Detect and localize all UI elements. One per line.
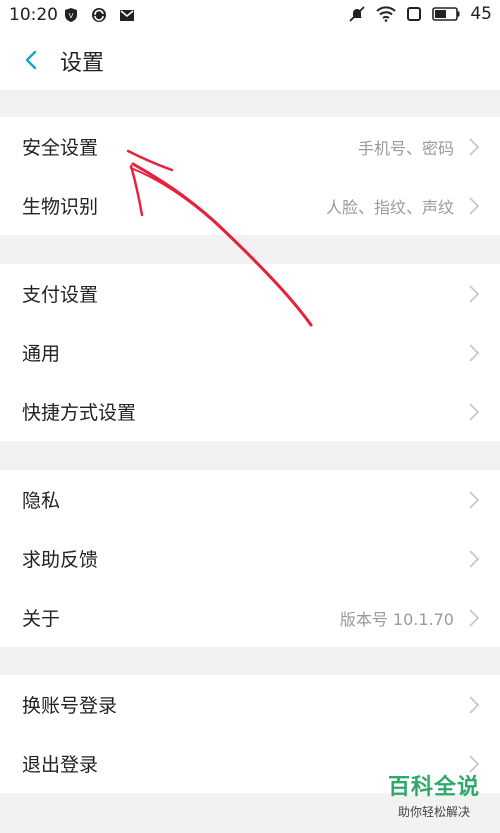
page-title: 设置: [60, 51, 105, 76]
row-label: 隐私: [22, 490, 61, 512]
row-label: 安全设置: [22, 137, 99, 159]
row-label: 换账号登录: [22, 695, 118, 717]
mute-icon: [349, 6, 365, 22]
row-value: 手机号、密码: [357, 138, 454, 158]
row-privacy[interactable]: 隐私: [0, 470, 500, 529]
watermark-title: 百科全说: [387, 775, 480, 800]
wifi-icon: [376, 6, 397, 22]
settings-group-account-security: 安全设置 手机号、密码 生物识别 人脸、指纹、声纹: [0, 117, 500, 235]
settings-group-about: 隐私 求助反馈 关于 版本号 10.1.70: [0, 470, 500, 647]
row-label: 关于: [22, 608, 61, 630]
row-label: 快捷方式设置: [22, 402, 137, 424]
row-payment-settings[interactable]: 支付设置: [0, 264, 500, 323]
status-left-icons: V: [62, 7, 136, 23]
watermark-logo: 百科全说 助你轻松解决: [378, 769, 490, 827]
watermark-subtitle: 助你轻松解决: [397, 805, 470, 819]
row-label: 求助反馈: [22, 549, 99, 571]
chevron-right-icon: [469, 138, 480, 156]
chevron-right-icon: [469, 197, 480, 215]
chevron-right-icon: [469, 285, 480, 303]
row-label: 支付设置: [22, 284, 99, 306]
row-switch-account[interactable]: 换账号登录: [0, 675, 500, 734]
row-general[interactable]: 通用: [0, 323, 500, 382]
row-help-feedback[interactable]: 求助反馈: [0, 529, 500, 588]
row-label: 通用: [22, 343, 61, 365]
row-value: 人脸、指纹、声纹: [325, 197, 454, 217]
settings-group-general: 支付设置 通用 快捷方式设置: [0, 264, 500, 441]
svg-text:V: V: [69, 12, 74, 20]
status-time: 10:20: [9, 5, 58, 25]
screen-icon: [407, 7, 422, 21]
shield-icon: V: [65, 8, 77, 22]
row-label: 退出登录: [22, 754, 99, 776]
status-bar: 10:20 V 45: [0, 0, 500, 30]
chevron-right-icon: [469, 403, 480, 421]
sync-icon: [92, 8, 106, 22]
back-button[interactable]: [18, 46, 46, 74]
chevron-right-icon: [469, 491, 480, 509]
row-about[interactable]: 关于 版本号 10.1.70: [0, 588, 500, 647]
mail-icon: [120, 10, 134, 21]
row-biometrics[interactable]: 生物识别 人脸、指纹、声纹: [0, 176, 500, 235]
row-value: 版本号 10.1.70: [339, 609, 454, 629]
chevron-right-icon: [469, 344, 480, 362]
row-label: 生物识别: [22, 196, 99, 218]
battery-level: 45: [470, 4, 492, 24]
chevron-right-icon: [469, 550, 480, 568]
row-security-settings[interactable]: 安全设置 手机号、密码: [0, 117, 500, 176]
chevron-right-icon: [469, 696, 480, 714]
chevron-right-icon: [469, 609, 480, 627]
row-shortcut-settings[interactable]: 快捷方式设置: [0, 382, 500, 441]
status-right-icons: 45: [348, 4, 492, 24]
battery-icon: [432, 7, 460, 21]
header: 设置: [0, 30, 500, 90]
